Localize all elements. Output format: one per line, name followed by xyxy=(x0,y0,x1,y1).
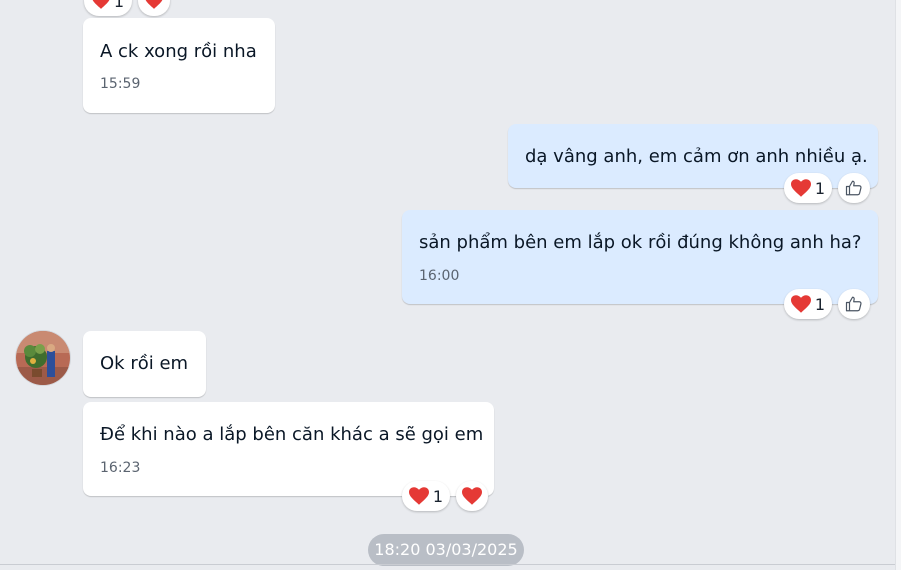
heart-icon xyxy=(408,487,429,505)
heart-icon xyxy=(462,487,482,505)
reaction-count: 1 xyxy=(814,294,826,314)
heart-icon xyxy=(92,0,110,9)
reaction-heart-badge[interactable]: 1 xyxy=(784,289,832,319)
thumbs-up-icon xyxy=(845,179,863,197)
message-text: A ck xong rồi nha xyxy=(100,41,257,62)
reaction-heart-badge[interactable]: 1 xyxy=(784,173,832,203)
heart-icon xyxy=(790,179,811,197)
message-time: 16:00 xyxy=(419,268,460,284)
react-like-button[interactable] xyxy=(838,173,870,203)
reaction-heart-button[interactable] xyxy=(138,0,170,16)
message-time: 16:23 xyxy=(100,460,141,476)
message-text: sản phẩm bên em lắp ok rồi đúng không an… xyxy=(419,232,862,253)
scrollbar[interactable] xyxy=(895,0,901,570)
react-heart-button[interactable] xyxy=(456,481,488,511)
message-text: Để khi nào a lắp bên căn khác a sẽ gọi e… xyxy=(100,424,484,445)
reaction-count: 1 xyxy=(113,0,125,11)
chat-conversation: 1 A ck xong rồi nha 15:59 dạ vâng anh, e… xyxy=(0,0,896,570)
react-like-button[interactable] xyxy=(838,289,870,319)
reaction-count: 1 xyxy=(432,486,444,506)
avatar[interactable] xyxy=(16,331,70,385)
message-time: 15:59 xyxy=(100,76,141,92)
message-text: dạ vâng anh, em cảm ơn anh nhiều ạ. xyxy=(525,146,868,167)
heart-icon xyxy=(145,0,163,9)
incoming-message[interactable]: A ck xong rồi nha 15:59 xyxy=(83,18,275,113)
reaction-heart-badge[interactable]: 1 xyxy=(402,481,450,511)
divider xyxy=(0,564,896,565)
incoming-message[interactable]: Ok rồi em xyxy=(83,331,206,397)
date-separator: 18:20 03/03/2025 xyxy=(368,534,524,566)
reaction-heart-badge[interactable]: 1 xyxy=(84,0,132,16)
message-text: Ok rồi em xyxy=(100,353,189,374)
heart-icon xyxy=(790,295,811,313)
thumbs-up-icon xyxy=(845,295,863,313)
reaction-count: 1 xyxy=(814,178,826,198)
